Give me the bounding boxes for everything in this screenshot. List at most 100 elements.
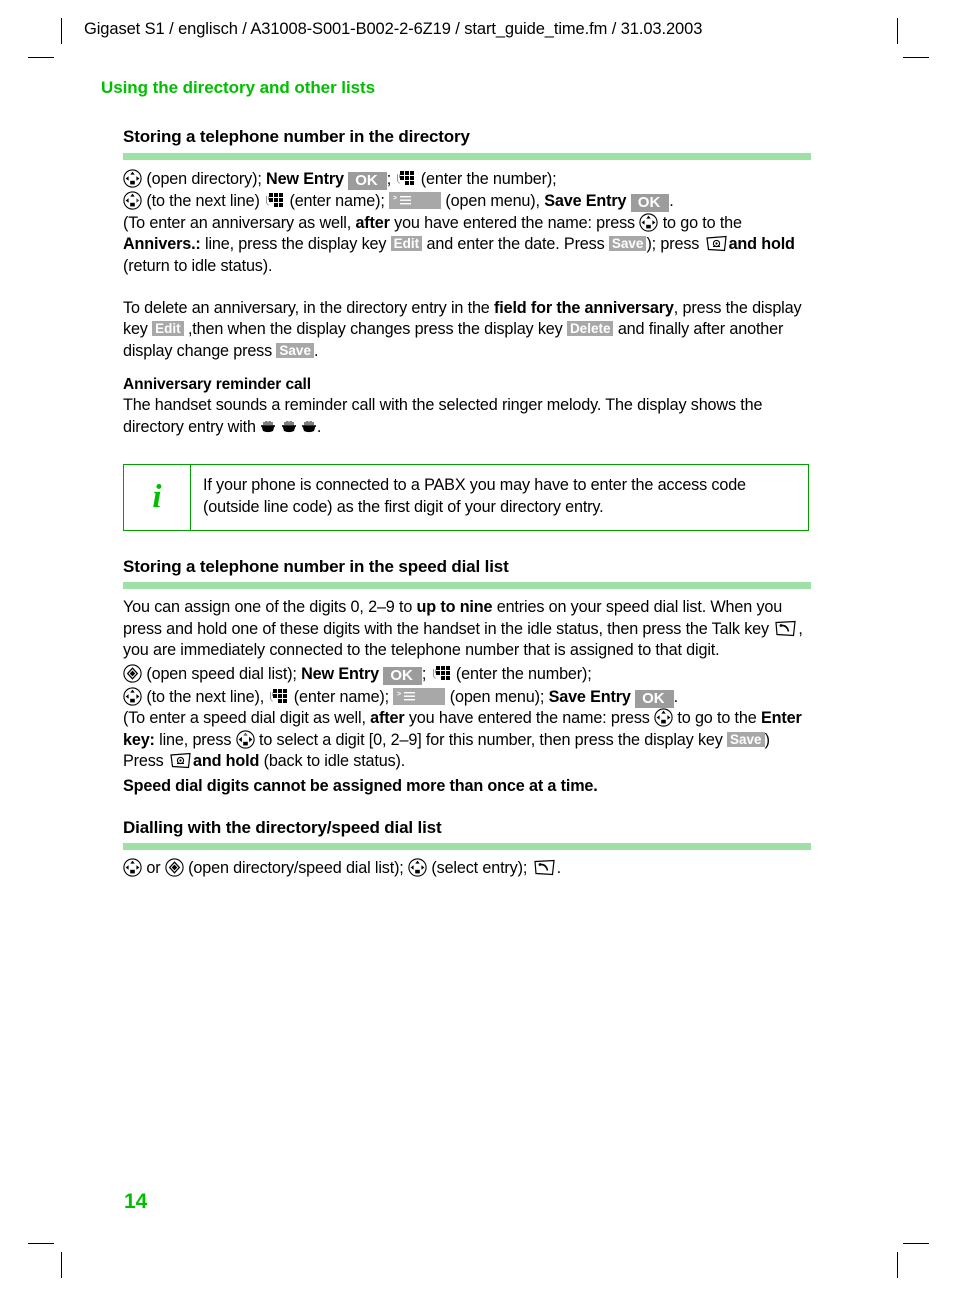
anniv-and-hold: and hold [728, 235, 795, 254]
crop-mark-top-left-horizontal [28, 57, 54, 58]
birthday-cake-icon [301, 420, 317, 434]
page-content: Using the directory and other lists Stor… [101, 78, 811, 880]
section-rule [123, 843, 811, 851]
navigation-key-icon [123, 168, 142, 188]
birthday-cake-icon [260, 420, 276, 434]
section-rule [123, 582, 811, 590]
keypad-icon [431, 663, 452, 684]
directory-line1-new-entry: New Entry [266, 169, 344, 188]
annivers-label: Annivers.: [123, 235, 201, 254]
anniv-after: after [355, 213, 390, 232]
directory-line1-enter-number: (enter the number); [420, 169, 557, 188]
anniv-t7: (return to idle status). [123, 256, 273, 275]
directory-line2-enter-name: (enter name); [289, 192, 385, 211]
sdd-t7: (back to idle status). [259, 752, 406, 771]
section-heading-dialling: Dialling with the directory/speed dial l… [123, 817, 442, 837]
sd-line1-text-a: (open speed dial list); [146, 665, 297, 683]
speed-dial-step-line-2: (to the next line), (enter name); > (ope… [123, 686, 811, 709]
sdd-t5: to select a digit [0, 2–9] for this numb… [254, 730, 728, 749]
sd-line2-period: . [673, 687, 679, 706]
info-box-text: If your phone is connected to a PABX you… [203, 476, 746, 517]
dialling-open-lists: (open directory/speed dial list); [188, 859, 404, 878]
chapter-title: Using the directory and other lists [101, 78, 376, 97]
directory-line2-period: . [669, 192, 674, 211]
running-header: Gigaset S1 / englisch / A31008-S001-B002… [84, 20, 703, 38]
page-number: 14 [124, 1190, 148, 1213]
directory-line1-semi: ; [386, 169, 392, 188]
info-icon: i [124, 465, 191, 530]
ok-display-key[interactable]: OK [635, 689, 674, 708]
end-call-key-icon [168, 752, 193, 769]
sd-line2-save-entry: Save Entry [548, 687, 631, 706]
navigation-key-icon [408, 858, 427, 877]
speed-dial-step-line-1: (open speed dial list); New Entry OK; (e… [123, 663, 811, 686]
reminder-t2: . [316, 417, 322, 436]
sdd-t2: you have entered the name: press [404, 709, 655, 728]
ok-display-key[interactable]: OK [348, 171, 387, 190]
end-call-key-icon [704, 235, 729, 252]
birthday-cake-icon [281, 420, 297, 434]
svg-text:>: > [397, 691, 401, 698]
navigation-key-down-icon [654, 708, 673, 727]
directory-step-line-1: (open directory); New Entry OK; (enter t… [123, 168, 811, 191]
directory-line1-text-a: (open directory); [146, 169, 262, 188]
directory-line2-open-menu: (open menu), [445, 192, 540, 211]
svg-text:>: > [393, 195, 397, 202]
save-display-key[interactable]: Save [608, 236, 647, 252]
crop-mark-bottom-left-vertical [61, 1252, 62, 1278]
delete-display-key[interactable]: Delete [566, 321, 614, 337]
del-bold: field for the anniversary [494, 298, 674, 317]
save-display-key[interactable]: Save [727, 731, 765, 747]
anniv-t3: to go to the [658, 213, 742, 232]
crop-mark-top-left-vertical [61, 18, 62, 44]
crop-mark-top-right-vertical [897, 18, 898, 44]
crop-mark-bottom-right-vertical [897, 1252, 898, 1278]
ok-display-key[interactable]: OK [383, 667, 422, 685]
speed-dial-key-icon [165, 858, 184, 877]
navigation-key-left-right-icon [235, 730, 255, 749]
section-heading-directory: Storing a telephone number in the direct… [123, 127, 470, 146]
directory-delete-paragraph: To delete an anniversary, in the directo… [123, 298, 811, 363]
section-heading-speed-dial: Storing a telephone number in the speed … [123, 556, 509, 576]
navigation-key-down-icon [639, 213, 658, 232]
sd-line1-enter-number: (enter the number); [455, 665, 592, 683]
del-t5: . [313, 341, 319, 360]
ok-display-key[interactable]: OK [630, 194, 670, 213]
crop-mark-bottom-left-horizontal [28, 1243, 54, 1244]
anniv-t2: you have entered the name: press [389, 213, 640, 232]
sdd-and-hold: and hold [192, 752, 260, 771]
menu-key-icon[interactable]: > [389, 192, 442, 210]
info-box: i If your phone is connected to a PABX y… [123, 464, 809, 531]
keypad-icon [395, 168, 416, 189]
directory-line2-to-next-line: (to the next line) [146, 192, 260, 211]
reminder-paragraph: The handset sounds a reminder call with … [123, 395, 811, 438]
talk-key-icon [532, 859, 557, 876]
menu-key-icon[interactable]: > [393, 687, 446, 705]
crop-mark-top-right-horizontal [903, 57, 929, 58]
del-t3: ,then when the display changes press the… [183, 320, 567, 339]
speed-dial-key-icon [123, 664, 142, 683]
section-rule [123, 152, 811, 160]
speed-dial-warning-text: Speed dial digits cannot be assigned mor… [123, 776, 598, 795]
sd-line1-new-entry: New Entry [301, 665, 379, 683]
edit-display-key[interactable]: Edit [390, 236, 423, 252]
dialling-select-entry: (select entry); [431, 859, 528, 878]
sd-line2-enter-name: (enter name); [293, 687, 390, 706]
crop-mark-bottom-right-horizontal [903, 1243, 929, 1244]
dialling-period: . [556, 859, 562, 878]
navigation-key-down-icon [123, 686, 142, 706]
directory-step-line-2: (to the next line) (enter name); > (open… [123, 190, 811, 213]
content-column: Storing a telephone number in the direct… [123, 127, 811, 880]
anniv-t1: (To enter an anniversary as well, [123, 213, 356, 232]
subsection-heading-reminder: Anniversary reminder call [123, 376, 311, 394]
sdd-after: after [370, 709, 405, 728]
speed-dial-intro: You can assign one of the digits 0, 2–9 … [123, 597, 811, 662]
sd-intro-bold: up to nine [416, 598, 493, 617]
edit-display-key[interactable]: Edit [152, 321, 184, 337]
anniv-t5: and enter the date. Press [422, 235, 609, 254]
sd-line1-semi: ; [421, 665, 427, 683]
dialling-or: or [146, 859, 161, 878]
save-display-key[interactable]: Save [276, 342, 314, 358]
del-t1: To delete an anniversary, in the directo… [123, 298, 495, 317]
directory-line2-save-entry: Save Entry [544, 192, 627, 211]
